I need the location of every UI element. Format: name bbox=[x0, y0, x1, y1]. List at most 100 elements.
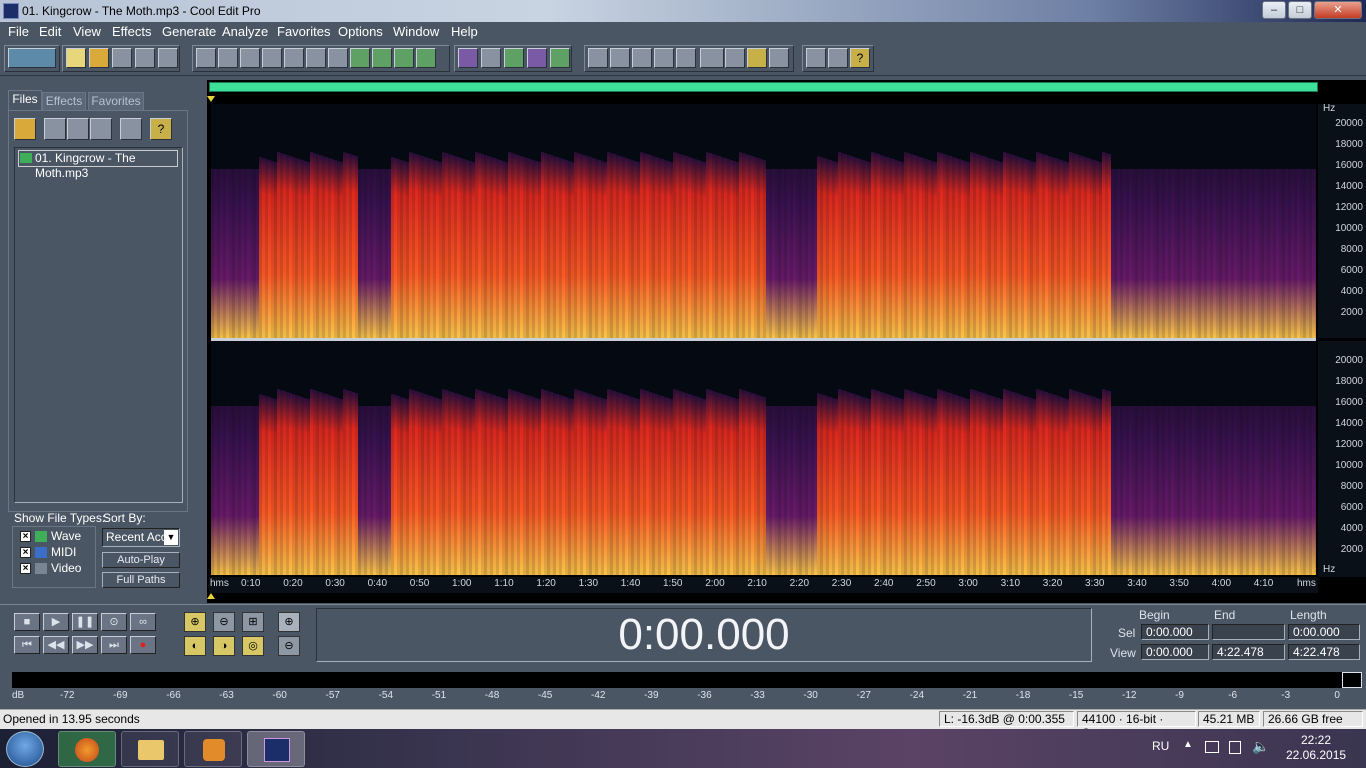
tab-effects[interactable]: Effects bbox=[42, 92, 86, 110]
left-channel-spectrogram[interactable] bbox=[211, 104, 1316, 338]
zoom-in-vertical-icon[interactable]: ⊕ bbox=[278, 612, 300, 632]
zoom-fit-icon[interactable] bbox=[416, 48, 436, 68]
selection-window-icon[interactable] bbox=[725, 48, 745, 68]
wave-checkbox[interactable]: × bbox=[20, 531, 31, 542]
network-icon[interactable] bbox=[1229, 741, 1241, 754]
right-channel-spectrogram[interactable] bbox=[211, 341, 1316, 575]
menu-effects[interactable]: Effects bbox=[112, 24, 152, 39]
insert-icon[interactable] bbox=[67, 118, 89, 140]
menu-window[interactable]: Window bbox=[393, 24, 439, 39]
new-file-icon[interactable] bbox=[66, 48, 86, 68]
copy-icon[interactable] bbox=[262, 48, 282, 68]
time-window-icon[interactable] bbox=[700, 48, 724, 68]
sort-by-select[interactable]: Recent Acc ▼ bbox=[102, 528, 180, 547]
repeat-icon[interactable] bbox=[240, 48, 260, 68]
tray-expand-icon[interactable]: ▲ bbox=[1183, 739, 1193, 750]
open-folder-icon[interactable] bbox=[14, 118, 36, 140]
view-length-field[interactable]: 4:22.478 bbox=[1288, 644, 1360, 660]
zoom-out-vertical-icon[interactable]: ⊖ bbox=[278, 636, 300, 656]
pause-button[interactable]: ❚❚ bbox=[72, 613, 98, 631]
organizer-icon[interactable] bbox=[588, 48, 608, 68]
undo-icon[interactable] bbox=[196, 48, 216, 68]
edit-view-toggle-icon[interactable] bbox=[8, 48, 56, 68]
explorer-taskbar-icon[interactable] bbox=[121, 731, 179, 767]
save-icon[interactable] bbox=[112, 48, 132, 68]
peak-indicator[interactable] bbox=[1342, 672, 1362, 688]
copy-new-icon[interactable] bbox=[284, 48, 304, 68]
tab-files[interactable]: Files bbox=[8, 90, 42, 110]
sel-length-field[interactable]: 0:00.000 bbox=[1288, 624, 1360, 640]
tab-favorites[interactable]: Favorites bbox=[88, 92, 144, 110]
play-button[interactable]: ▶ bbox=[43, 613, 69, 631]
spectral-view-icon[interactable] bbox=[481, 48, 501, 68]
zoom-out-icon[interactable]: ⊖ bbox=[213, 612, 235, 632]
menu-help[interactable]: Help bbox=[451, 24, 478, 39]
record-button[interactable]: ● bbox=[130, 636, 156, 654]
paste-icon[interactable] bbox=[328, 48, 348, 68]
rewind-button[interactable]: ◀◀ bbox=[43, 636, 69, 654]
menu-analyze[interactable]: Analyze bbox=[222, 24, 268, 39]
firefox-taskbar-icon[interactable] bbox=[58, 731, 116, 767]
grid-icon[interactable] bbox=[527, 48, 547, 68]
menu-edit[interactable]: Edit bbox=[39, 24, 61, 39]
sel-end-field[interactable] bbox=[1212, 624, 1285, 640]
overview-bar[interactable] bbox=[209, 82, 1318, 92]
maximize-button[interactable]: □ bbox=[1288, 1, 1312, 19]
menu-view[interactable]: View bbox=[73, 24, 101, 39]
go-to-end-button[interactable]: ⏭ bbox=[101, 636, 127, 654]
autoplay-button[interactable]: Auto-Play bbox=[102, 552, 180, 568]
start-marker-icon[interactable] bbox=[207, 96, 215, 102]
paste-new-icon[interactable] bbox=[350, 48, 370, 68]
waveform-view-icon[interactable] bbox=[458, 48, 478, 68]
save-all-icon[interactable] bbox=[135, 48, 155, 68]
options-icon[interactable] bbox=[120, 118, 142, 140]
menu-options[interactable]: Options bbox=[338, 24, 383, 39]
view-begin-field[interactable]: 0:00.000 bbox=[1141, 644, 1209, 660]
minimize-button[interactable]: – bbox=[1262, 1, 1286, 19]
action-center-icon[interactable] bbox=[1205, 741, 1219, 753]
volume-icon[interactable]: 🔈 bbox=[1252, 738, 1269, 755]
start-button[interactable] bbox=[6, 731, 44, 767]
zoom-in-icon[interactable]: ⊕ bbox=[184, 612, 206, 632]
status-bar-icon[interactable] bbox=[769, 48, 789, 68]
zoom-right-icon[interactable]: ◑ bbox=[213, 636, 235, 656]
file-item[interactable]: 01. Kingcrow - The Moth.mp3 bbox=[18, 150, 178, 180]
cool-edit-taskbar-icon[interactable] bbox=[247, 731, 305, 767]
mix-paste-icon[interactable] bbox=[372, 48, 392, 68]
go-to-start-button[interactable]: ⏮ bbox=[14, 636, 40, 654]
zoom-selection-icon[interactable]: ◎ bbox=[242, 636, 264, 656]
menu-favorites[interactable]: Favorites bbox=[277, 24, 330, 39]
organizer-help-icon[interactable]: ? bbox=[150, 118, 172, 140]
loop-button[interactable]: ∞ bbox=[130, 613, 156, 631]
redo-icon[interactable] bbox=[218, 48, 238, 68]
help-icon[interactable]: ? bbox=[850, 48, 870, 68]
language-indicator[interactable]: RU bbox=[1152, 739, 1169, 753]
chevron-down-icon[interactable]: ▼ bbox=[164, 530, 178, 545]
trim-icon[interactable] bbox=[394, 48, 414, 68]
close-file-organizer-icon[interactable] bbox=[44, 118, 66, 140]
zoom-window-icon[interactable] bbox=[676, 48, 696, 68]
view-end-field[interactable]: 4:22.478 bbox=[1212, 644, 1285, 660]
playlist-icon[interactable] bbox=[632, 48, 652, 68]
sel-begin-field[interactable]: 0:00.000 bbox=[1141, 624, 1209, 640]
fast-forward-button[interactable]: ▶▶ bbox=[72, 636, 98, 654]
stop-button[interactable]: ■ bbox=[14, 613, 40, 631]
settings-icon[interactable] bbox=[806, 48, 826, 68]
script-icon[interactable] bbox=[828, 48, 848, 68]
video-checkbox[interactable]: × bbox=[20, 563, 31, 574]
zoom-left-icon[interactable]: ◐ bbox=[184, 636, 206, 656]
edit-file-icon[interactable] bbox=[90, 118, 112, 140]
media-player-taskbar-icon[interactable] bbox=[184, 731, 242, 767]
cue-list-icon[interactable] bbox=[610, 48, 630, 68]
cue-icon[interactable] bbox=[550, 48, 570, 68]
close-file-icon[interactable] bbox=[158, 48, 178, 68]
midi-checkbox[interactable]: × bbox=[20, 547, 31, 558]
play-to-end-button[interactable]: ⊙ bbox=[101, 613, 127, 631]
level-meter-icon[interactable] bbox=[747, 48, 767, 68]
menu-generate[interactable]: Generate bbox=[162, 24, 216, 39]
open-file-icon[interactable] bbox=[89, 48, 109, 68]
menu-file[interactable]: File bbox=[8, 24, 29, 39]
full-paths-button[interactable]: Full Paths bbox=[102, 572, 180, 588]
transport-icon[interactable] bbox=[654, 48, 674, 68]
zoom-full-icon[interactable]: ⊞ bbox=[242, 612, 264, 632]
